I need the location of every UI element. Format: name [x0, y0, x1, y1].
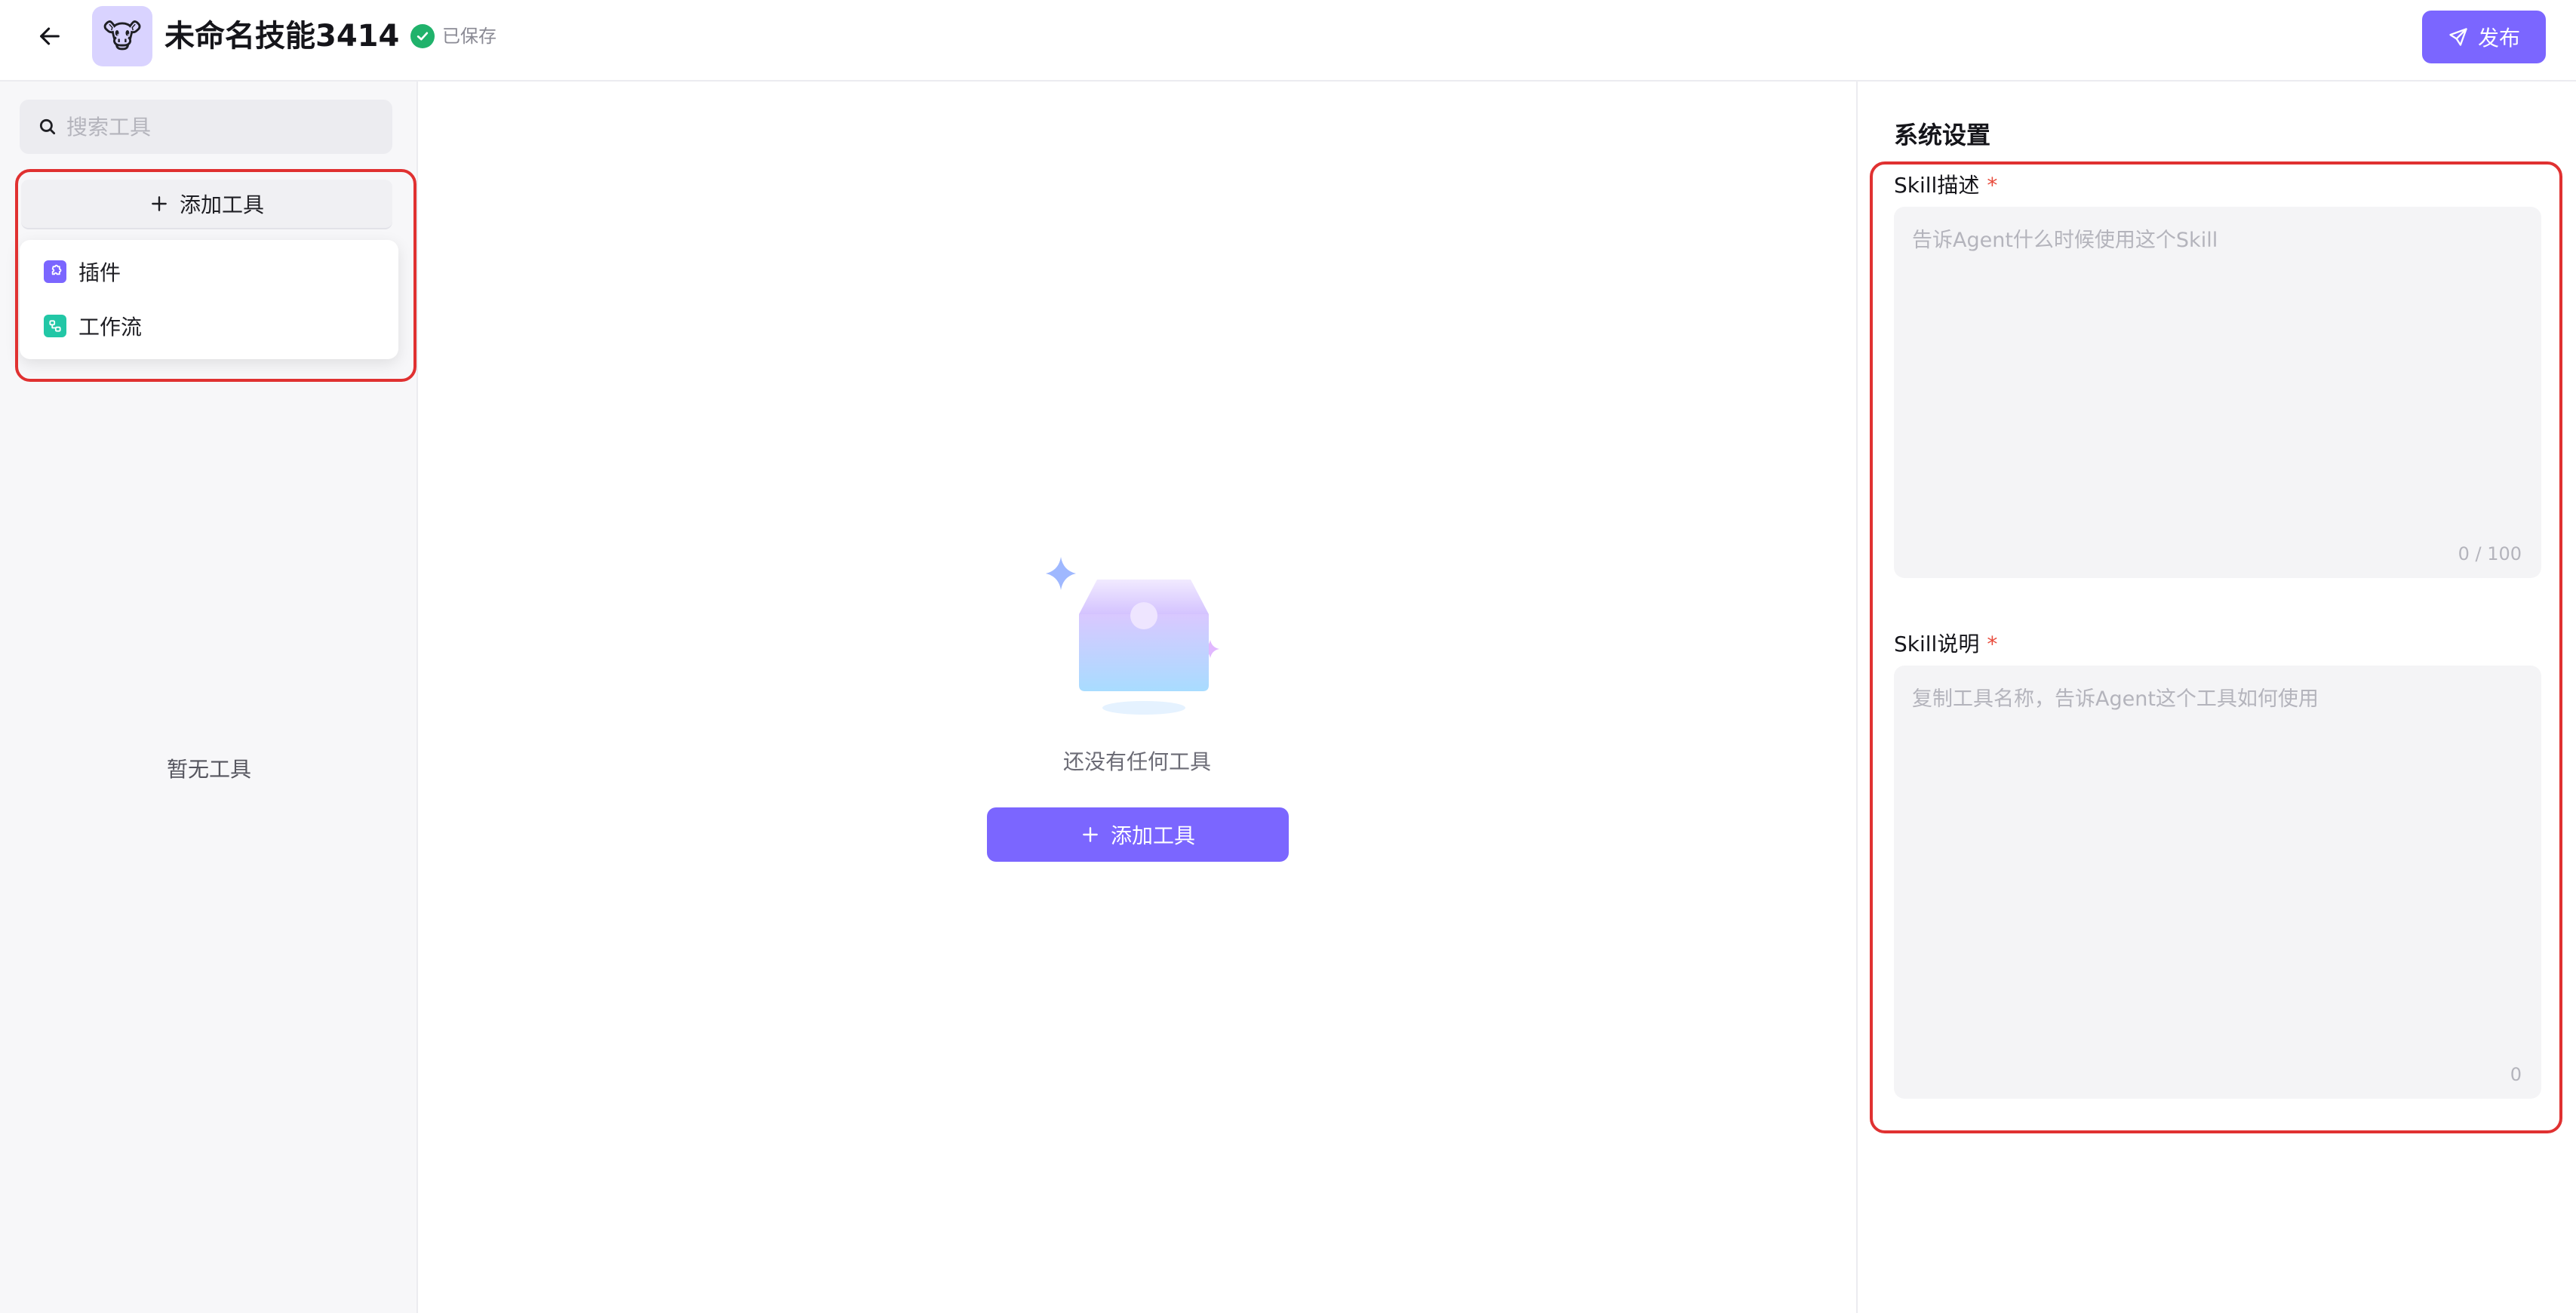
workflow-icon: [44, 315, 66, 337]
skill-description-field[interactable]: 0 / 100: [1894, 207, 2541, 578]
menu-item-label: 工作流: [78, 315, 143, 340]
plus-icon: [1083, 827, 1098, 842]
empty-box-illustration: [1046, 557, 1219, 715]
skill-instructions-field[interactable]: 0: [1894, 666, 2541, 1099]
add-tool-primary-button[interactable]: 添加工具: [987, 807, 1289, 862]
skill-description-input[interactable]: [1894, 207, 2541, 578]
required-mark: *: [1987, 632, 1998, 656]
page-title[interactable]: 未命名技能3414: [164, 17, 399, 56]
skill-avatar[interactable]: 🐮: [92, 6, 152, 66]
menu-item-workflow[interactable]: 工作流: [32, 305, 386, 347]
saved-status: 已保存: [410, 23, 496, 50]
search-icon: [39, 118, 56, 135]
field-label-text: Skill描述: [1894, 173, 1980, 198]
skill-description-label: Skill描述 *: [1894, 169, 1997, 199]
cow-avatar-icon: 🐮: [102, 17, 143, 56]
top-header: 🐮 未命名技能3414 已保存 发布: [0, 0, 2576, 81]
skill-instructions-input[interactable]: [1894, 666, 2541, 1099]
tools-sidebar: 添加工具 插件 工作流 暂无工具: [0, 81, 418, 1313]
add-tool-dropdown-menu: 插件 工作流: [20, 240, 398, 359]
empty-tools-text: 暂无工具: [166, 757, 251, 782]
search-box[interactable]: [20, 100, 392, 154]
settings-title: 系统设置: [1894, 121, 1991, 149]
publish-button[interactable]: 发布: [2422, 11, 2546, 63]
saved-label: 已保存: [442, 26, 496, 47]
back-button[interactable]: [33, 20, 66, 53]
system-settings-panel: 系统设置 Skill描述 * 0 / 100 Skill说明 * 0: [1856, 81, 2576, 1313]
add-tool-label: 添加工具: [179, 192, 264, 217]
arrow-left-icon: [40, 27, 60, 45]
workspace-area: 还没有任何工具 添加工具: [420, 81, 1855, 1313]
plus-icon: [152, 196, 167, 211]
char-counter: 0 / 100: [2458, 543, 2522, 564]
empty-state-text: 还没有任何工具: [1062, 749, 1211, 774]
menu-item-plugin[interactable]: 插件: [32, 251, 386, 293]
required-mark: *: [1987, 173, 1998, 198]
publish-label: 发布: [2477, 26, 2520, 51]
send-icon: [2449, 28, 2467, 46]
char-counter: 0: [2510, 1064, 2522, 1085]
search-input[interactable]: [66, 114, 383, 140]
plugin-icon: [44, 260, 66, 283]
menu-item-label: 插件: [78, 260, 121, 285]
skill-instructions-label: Skill说明 *: [1894, 628, 1997, 658]
add-tool-label: 添加工具: [1110, 823, 1195, 848]
add-tool-button[interactable]: 添加工具: [21, 180, 392, 229]
check-circle-icon: [410, 24, 435, 48]
field-label-text: Skill说明: [1894, 632, 1980, 656]
